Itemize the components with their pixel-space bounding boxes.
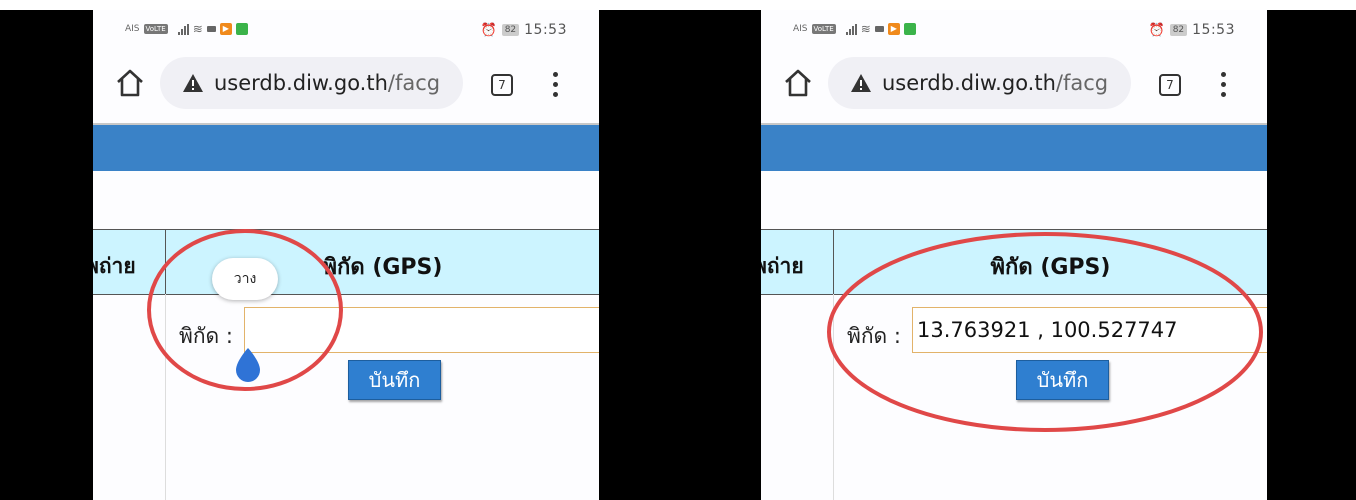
phone-screen-left: AIS VoLTE ≋ ▶ ⏰ 82 15:53 userdb.diw.go.t… (93, 10, 599, 500)
carrier-label: AIS (793, 24, 808, 34)
home-icon[interactable] (781, 66, 815, 100)
column-header-gps: พิกัด (GPS) (990, 255, 1111, 280)
url-path: /facg (387, 71, 441, 95)
url-domain: userdb.diw.go.th (214, 71, 388, 95)
save-button[interactable]: บันทึก (1016, 360, 1109, 400)
column-divider (165, 294, 166, 500)
url-text: userdb.diw.go.th/facg (882, 71, 1108, 95)
save-button[interactable]: บันทึก (348, 360, 441, 400)
wifi-icon: ≋ (192, 22, 203, 36)
camera-icon (874, 26, 884, 32)
column-header-photo: พถ่าย (93, 254, 136, 278)
more-menu-icon[interactable] (1221, 72, 1227, 98)
notification-app-icon: ▶ (219, 23, 232, 35)
address-bar[interactable]: userdb.diw.go.th/facg (828, 57, 1131, 109)
battery-indicator: 82 (501, 24, 520, 36)
signal-icon (845, 23, 857, 35)
phone-screen-right: AIS VoLTE ≋ ▶ ⏰ 82 15:53 userdb.diw.go.t… (761, 10, 1267, 500)
warning-icon[interactable] (850, 73, 872, 93)
volte-badge: VoLTE (143, 24, 168, 34)
paste-popup[interactable]: วาง (212, 258, 278, 300)
battery-indicator: 82 (1169, 24, 1188, 36)
warning-icon[interactable] (182, 73, 204, 93)
notification-app-icon-2 (235, 23, 248, 35)
status-time: 15:53 (524, 22, 567, 38)
status-time: 15:53 (1192, 22, 1235, 38)
page-header-band (93, 125, 599, 171)
column-divider (833, 294, 834, 500)
wifi-icon: ≋ (860, 22, 871, 36)
tab-switcher-button[interactable]: 7 (1159, 74, 1181, 96)
carrier-label: AIS (125, 24, 140, 34)
volte-badge: VoLTE (811, 24, 836, 34)
top-border (0, 0, 1356, 10)
url-text: userdb.diw.go.th/facg (214, 71, 440, 95)
camera-icon (206, 26, 216, 32)
page-header-band (761, 125, 1267, 171)
address-bar[interactable]: userdb.diw.go.th/facg (160, 57, 463, 109)
coordinate-label: พิกัด : (847, 324, 901, 348)
signal-icon (177, 23, 189, 35)
status-bar: AIS VoLTE ≋ ▶ ⏰ 82 15:53 (93, 10, 599, 48)
table-header: พถ่าย พิกัด (GPS) (761, 229, 1267, 295)
coordinate-label: พิกัด : (179, 324, 233, 348)
url-path: /facg (1055, 71, 1109, 95)
more-menu-icon[interactable] (553, 72, 559, 98)
text-cursor-handle-icon[interactable] (233, 347, 263, 383)
table-header: พถ่าย พิกัด (GPS) (93, 229, 599, 295)
tab-switcher-button[interactable]: 7 (491, 74, 513, 96)
status-bar: AIS VoLTE ≋ ▶ ⏰ 82 15:53 (761, 10, 1267, 48)
coordinate-input[interactable] (912, 307, 1267, 353)
notification-app-icon-2 (903, 23, 916, 35)
column-header-photo: พถ่าย (761, 254, 804, 278)
alarm-icon: ⏰ (1148, 22, 1165, 38)
coordinate-input[interactable] (244, 307, 599, 353)
alarm-icon: ⏰ (480, 22, 497, 38)
url-domain: userdb.diw.go.th (882, 71, 1056, 95)
notification-app-icon: ▶ (887, 23, 900, 35)
home-icon[interactable] (113, 66, 147, 100)
